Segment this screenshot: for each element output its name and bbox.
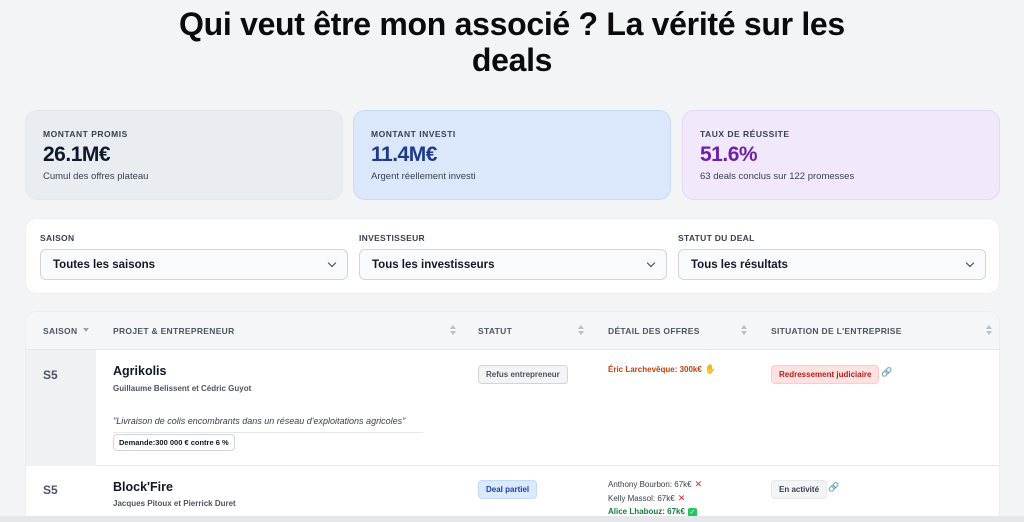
stat-card-montant-investi: MONTANT INVESTI 11.4M€ Argent réellement… xyxy=(353,110,671,200)
row-saison: S5 xyxy=(43,368,58,382)
stat-label: TAUX DE RÉUSSITE xyxy=(700,129,790,139)
sort-desc-icon[interactable] xyxy=(83,328,89,332)
filter-label: STATUT DU DEAL xyxy=(678,233,755,243)
filter-investisseur: INVESTISSEUR Tous les investisseurs xyxy=(359,233,667,280)
link-icon[interactable]: 🔗 xyxy=(828,482,839,493)
project-authors: Guillaume Belissent et Cédric Guyot xyxy=(113,384,252,393)
col-header-projet[interactable]: PROJET & ENTREPRENEUR xyxy=(113,326,235,336)
project-authors: Jacques Pitoux et Pierrick Duret xyxy=(113,499,236,508)
chevron-down-icon xyxy=(646,258,656,268)
stat-value: 11.4M€ xyxy=(371,143,437,166)
stat-card-taux-reussite: TAUX DE RÉUSSITE 51.6% 63 deals conclus … xyxy=(682,110,1000,200)
offer-text: Alice Lhabouz: 67k€ xyxy=(608,507,685,516)
stat-value: 51.6% xyxy=(700,143,758,166)
statut-select[interactable]: Tous les résultats xyxy=(678,249,986,280)
deals-table: SAISON PROJET & ENTREPRENEUR STATUT DÉTA… xyxy=(25,311,1000,522)
cross-icon: ✕ xyxy=(694,479,703,489)
stat-sub: Argent réellement investi xyxy=(371,171,476,182)
status-badge: Refus entrepreneur xyxy=(478,365,568,384)
filter-saison: SAISON Toutes les saisons xyxy=(40,233,348,280)
chevron-down-icon xyxy=(965,258,975,268)
select-value: Toutes les saisons xyxy=(53,258,156,271)
project-name: Block'Fire xyxy=(113,480,173,494)
offer-text: Éric Larchevêque: 300k€ xyxy=(608,365,702,374)
sort-icon[interactable] xyxy=(986,325,992,336)
project-quote: "Livraison de colis encombrants dans un … xyxy=(113,416,423,433)
saison-cell xyxy=(26,350,96,466)
link-icon[interactable]: 🔗 xyxy=(881,367,892,378)
offer-text: Kelly Massol: 67k€ xyxy=(608,494,675,503)
stat-card-montant-promis: MONTANT PROMIS 26.1M€ Cumul des offres p… xyxy=(25,110,343,200)
filters-panel: SAISON Toutes les saisons INVESTISSEUR T… xyxy=(25,218,1000,294)
table-header: SAISON PROJET & ENTREPRENEUR STATUT DÉTA… xyxy=(26,312,999,350)
col-header-saison[interactable]: SAISON xyxy=(43,326,77,336)
col-header-offres[interactable]: DÉTAIL DES OFFRES xyxy=(608,326,700,336)
filter-label: INVESTISSEUR xyxy=(359,233,425,243)
chevron-down-icon xyxy=(327,258,337,268)
page-title: Qui veut être mon associé ? La vérité su… xyxy=(0,6,1024,78)
hand-icon: ✋ xyxy=(704,364,717,374)
status-badge: Deal partiel xyxy=(478,480,538,499)
sort-icon[interactable] xyxy=(578,325,584,336)
cross-icon: ✕ xyxy=(677,493,686,503)
stat-value: 26.1M€ xyxy=(43,143,111,166)
page-title-line1: Qui veut être mon associé ? La vérité su… xyxy=(179,6,845,42)
situation-badge: Redressement judiciaire xyxy=(771,365,880,384)
stat-sub: Cumul des offres plateau xyxy=(43,171,149,182)
demand-badge: Demande:300 000 € contre 6 % xyxy=(113,434,235,451)
col-header-situation[interactable]: SITUATION DE L'ENTREPRISE xyxy=(771,326,902,336)
filter-label: SAISON xyxy=(40,233,75,243)
select-value: Tous les investisseurs xyxy=(372,258,495,271)
stat-label: MONTANT PROMIS xyxy=(43,129,128,139)
offer-item: Anthony Bourbon: 67k€ ✕ xyxy=(608,479,702,490)
select-value: Tous les résultats xyxy=(691,258,788,271)
offer-text: Anthony Bourbon: 67k€ xyxy=(608,480,692,489)
col-header-statut[interactable]: STATUT xyxy=(478,326,512,336)
filter-statut: STATUT DU DEAL Tous les résultats xyxy=(678,233,986,280)
offer-item: Kelly Massol: 67k€ ✕ xyxy=(608,493,685,504)
stat-label: MONTANT INVESTI xyxy=(371,129,456,139)
sort-icon[interactable] xyxy=(450,325,456,336)
horizontal-scrollbar[interactable] xyxy=(0,516,1024,522)
sort-icon[interactable] xyxy=(741,325,747,336)
stat-sub: 63 deals conclus sur 122 promesses xyxy=(700,171,855,182)
situation-badge: En activité xyxy=(771,480,828,499)
page-title-line2: deals xyxy=(471,42,553,78)
project-name: Agrikolis xyxy=(113,364,167,378)
offer-item: Éric Larchevêque: 300k€ ✋ xyxy=(608,364,716,375)
row-saison: S5 xyxy=(43,483,58,497)
investisseur-select[interactable]: Tous les investisseurs xyxy=(359,249,667,280)
saison-select[interactable]: Toutes les saisons xyxy=(40,249,348,280)
